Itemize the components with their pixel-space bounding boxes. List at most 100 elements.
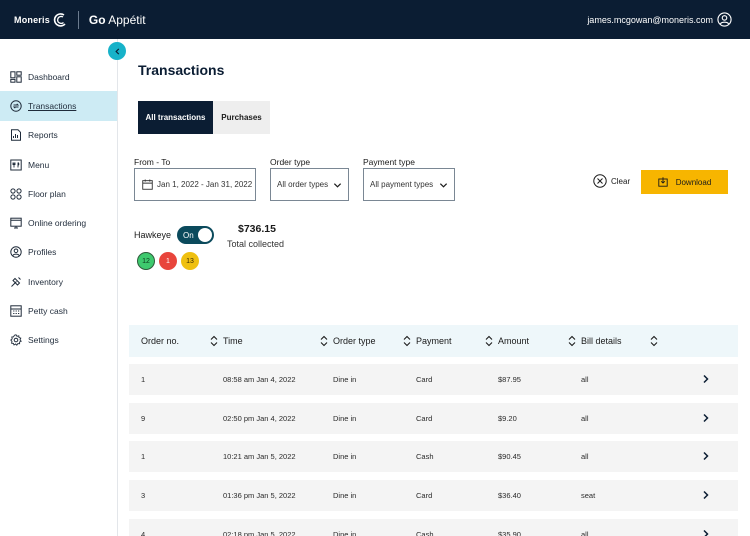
payment-type-label: Payment type xyxy=(363,157,415,167)
toggle-state-label: On xyxy=(183,230,194,240)
sidebar-item-reports[interactable]: Reports xyxy=(0,121,117,150)
cell-bill-details: all xyxy=(581,414,589,423)
cell-amount: $87.95 xyxy=(498,375,521,384)
collapse-sidebar-button[interactable] xyxy=(108,42,126,60)
sort-icon[interactable] xyxy=(649,335,659,347)
cell-time: 01:36 pm Jan 5, 2022 xyxy=(223,491,296,500)
page-title: Transactions xyxy=(138,62,225,78)
table-row[interactable]: 1 10:21 am Jan 5, 2022 Dine in Cash $90.… xyxy=(129,441,738,472)
chevron-right-icon[interactable] xyxy=(701,451,710,461)
cell-order-no: 4 xyxy=(141,530,146,536)
order-type-select[interactable]: All order types xyxy=(270,168,349,201)
cell-amount: $9.20 xyxy=(498,414,517,423)
user-avatar-icon xyxy=(717,12,732,27)
payment-type-select[interactable]: All payment types xyxy=(363,168,455,201)
sort-icon[interactable] xyxy=(402,335,412,347)
hawkeye-toggle[interactable]: On xyxy=(177,226,214,244)
online-ordering-icon xyxy=(9,217,22,230)
column-header-amount: Amount xyxy=(498,336,530,346)
sort-icon[interactable] xyxy=(209,335,219,347)
chevron-down-icon xyxy=(439,183,448,188)
sidebar-item-inventory[interactable]: Inventory xyxy=(0,267,117,296)
sidebar-item-online-ordering[interactable]: Online ordering xyxy=(0,208,117,237)
tab-purchases[interactable]: Purchases xyxy=(213,101,270,134)
top-bar: Moneris Go Appétit james.mcgowan@moneris… xyxy=(0,0,750,39)
moneris-mark-icon xyxy=(53,12,66,27)
table-row[interactable]: 1 08:58 am Jan 4, 2022 Dine in Card $87.… xyxy=(129,364,738,395)
calendar-icon xyxy=(142,179,153,190)
cell-order-no: 3 xyxy=(141,491,146,500)
dashboard-icon xyxy=(9,70,22,83)
chevron-right-icon[interactable] xyxy=(701,529,710,536)
user-menu[interactable]: james.mcgowan@moneris.com xyxy=(587,0,732,39)
download-icon xyxy=(658,177,668,187)
cell-bill-details: all xyxy=(581,530,589,536)
sort-icon[interactable] xyxy=(319,335,329,347)
sidebar: Dashboard Transactions Reports Menu Floo… xyxy=(0,39,118,536)
column-header-payment: Payment xyxy=(416,336,452,346)
status-badge-yellow[interactable]: 13 xyxy=(181,252,199,270)
sidebar-item-label: Floor plan xyxy=(28,188,66,199)
chevron-left-icon xyxy=(114,47,119,55)
download-label: Download xyxy=(675,177,712,187)
column-header-order-type: Order type xyxy=(333,336,376,346)
cell-amount: $90.45 xyxy=(498,452,521,461)
sidebar-item-settings[interactable]: Settings xyxy=(0,326,117,355)
sidebar-nav: Dashboard Transactions Reports Menu Floo… xyxy=(0,62,117,355)
sidebar-item-label: Transactions xyxy=(28,100,77,111)
chevron-right-icon[interactable] xyxy=(701,374,710,384)
sidebar-item-label: Inventory xyxy=(28,276,63,287)
sort-icon[interactable] xyxy=(567,335,577,347)
table-row[interactable]: 9 02:50 pm Jan 4, 2022 Dine in Card $9.2… xyxy=(129,403,738,434)
sidebar-item-floor-plan[interactable]: Floor plan xyxy=(0,179,117,208)
status-badge-red[interactable]: 1 xyxy=(159,252,177,270)
transactions-icon xyxy=(9,99,22,112)
chevron-down-icon xyxy=(333,183,342,188)
sort-icon[interactable] xyxy=(484,335,494,347)
table-row[interactable]: 3 01:36 pm Jan 5, 2022 Dine in Card $36.… xyxy=(129,480,738,511)
sidebar-item-menu[interactable]: Menu xyxy=(0,150,117,179)
cell-payment: Cash xyxy=(416,530,434,536)
close-circle-icon xyxy=(593,174,607,188)
sidebar-item-dashboard[interactable]: Dashboard xyxy=(0,62,117,91)
moneris-logo: Moneris xyxy=(14,12,68,28)
order-type-label: Order type xyxy=(270,157,311,167)
download-button[interactable]: Download xyxy=(641,170,728,194)
sidebar-item-label: Reports xyxy=(28,130,58,141)
date-range-value: Jan 1, 2022 - Jan 31, 2022 xyxy=(157,180,253,189)
reports-icon xyxy=(9,129,22,142)
cell-time: 02:18 pm Jan 5, 2022 xyxy=(223,530,296,536)
chevron-right-icon[interactable] xyxy=(701,490,710,500)
tab-all-transactions[interactable]: All transactions xyxy=(138,101,213,134)
cell-payment: Cash xyxy=(416,452,434,461)
cell-payment: Card xyxy=(416,414,433,423)
cell-order-type: Dine in xyxy=(333,375,357,384)
cell-order-no: 1 xyxy=(141,452,146,461)
sidebar-item-petty-cash[interactable]: Petty cash xyxy=(0,296,117,325)
brand-logo[interactable]: Moneris Go Appétit xyxy=(0,10,146,29)
chevron-right-icon[interactable] xyxy=(701,413,710,423)
sidebar-item-transactions[interactable]: Transactions xyxy=(0,91,117,121)
sidebar-item-label: Settings xyxy=(28,335,59,346)
cell-payment: Card xyxy=(416,375,433,384)
cell-order-type: Dine in xyxy=(333,530,357,536)
status-badge-green[interactable]: 12 xyxy=(137,252,155,270)
sidebar-item-label: Profiles xyxy=(28,247,57,258)
column-header-time: Time xyxy=(223,336,243,346)
cell-amount: $36.40 xyxy=(498,491,521,500)
column-header-order-no: Order no. xyxy=(141,336,180,346)
clear-filters-button[interactable]: Clear xyxy=(593,174,630,188)
date-range-picker[interactable]: Jan 1, 2022 - Jan 31, 2022 xyxy=(134,168,256,201)
date-range-label: From - To xyxy=(134,157,171,167)
settings-icon xyxy=(9,334,22,347)
order-type-value: All order types xyxy=(277,180,329,189)
table-row[interactable]: 4 02:18 pm Jan 5, 2022 Dine in Cash $35.… xyxy=(129,519,738,536)
cell-bill-details: all xyxy=(581,452,589,461)
menu-icon xyxy=(9,158,22,171)
cell-order-type: Dine in xyxy=(333,491,357,500)
toggle-knob xyxy=(198,228,212,242)
go-appetit-wordmark: Go Appétit xyxy=(88,12,146,27)
sidebar-item-profiles[interactable]: Profiles xyxy=(0,238,117,267)
cell-order-no: 1 xyxy=(141,375,146,384)
table-header: Order no. Time Order type Payment Amount… xyxy=(129,325,738,357)
